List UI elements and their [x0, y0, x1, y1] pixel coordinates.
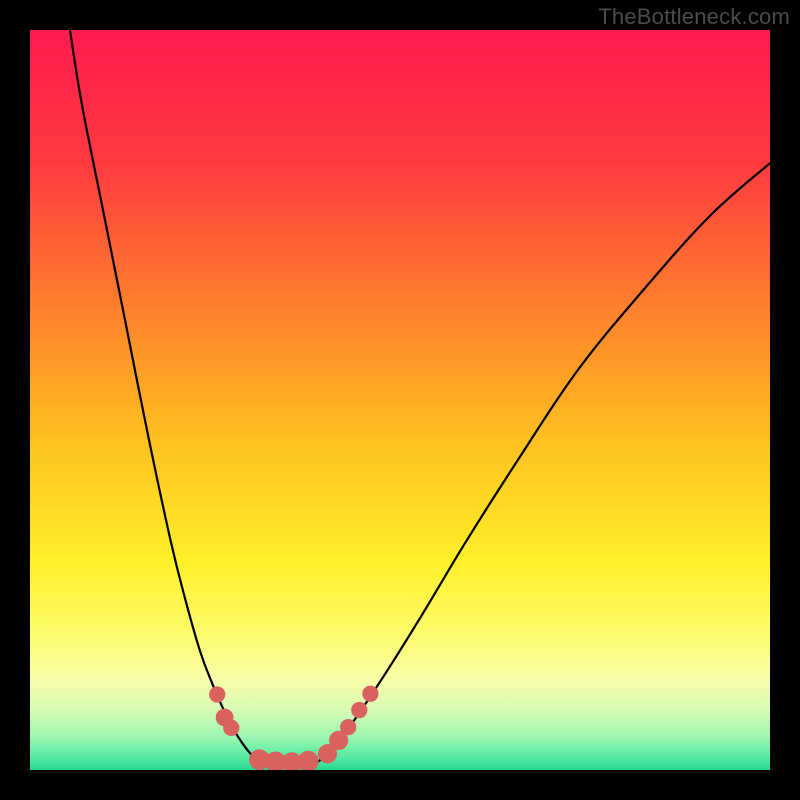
bead-marker	[351, 702, 367, 718]
bead-marker	[223, 720, 239, 736]
watermark-text: TheBottleneck.com	[598, 4, 790, 30]
bead-marker	[209, 686, 225, 702]
bead-marker	[362, 686, 378, 702]
chart-frame: TheBottleneck.com	[0, 0, 800, 800]
bead-marker	[340, 719, 356, 735]
plot-area	[30, 30, 770, 770]
plot-svg	[30, 30, 770, 770]
